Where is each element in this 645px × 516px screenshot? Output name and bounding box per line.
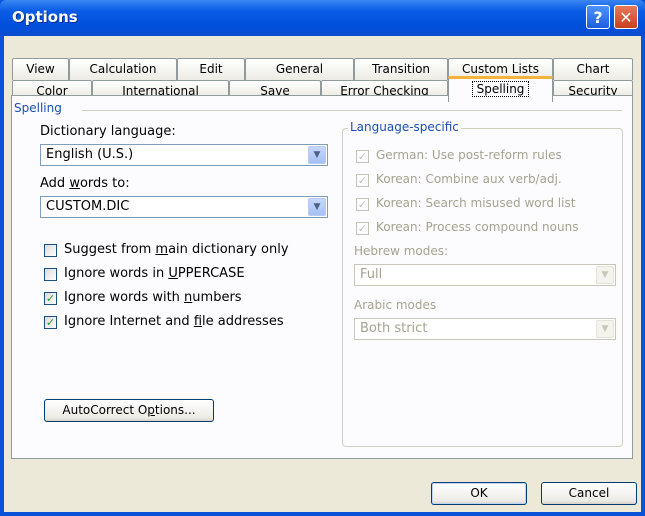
chevron-down-icon[interactable]: ▼ bbox=[596, 266, 614, 284]
tab-view[interactable]: View bbox=[12, 58, 69, 80]
close-icon: ✕ bbox=[619, 8, 633, 27]
section-divider bbox=[82, 110, 622, 111]
hebrew-modes-select[interactable]: Full ▼ bbox=[354, 264, 616, 286]
ignore-internet-addresses-label: Ignore Internet and file addresses bbox=[64, 314, 284, 329]
check-icon: ✓ bbox=[45, 292, 56, 305]
arabic-modes-label: Arabic modes bbox=[354, 298, 437, 312]
ignore-uppercase-checkbox[interactable] bbox=[44, 268, 57, 281]
ignore-uppercase-label: Ignore words in UPPERCASE bbox=[64, 266, 245, 281]
tab-edit[interactable]: Edit bbox=[177, 58, 245, 80]
add-words-select[interactable]: CUSTOM.DIC ▼ bbox=[40, 196, 328, 218]
tab-color[interactable]: Color bbox=[12, 80, 92, 98]
tab-chart[interactable]: Chart bbox=[553, 58, 633, 80]
chevron-down-icon[interactable]: ▼ bbox=[308, 146, 326, 164]
close-button[interactable]: ✕ bbox=[614, 5, 638, 29]
ignore-numbers-checkbox[interactable]: ✓ bbox=[44, 292, 57, 305]
spelling-panel: Spelling Dictionary language: English (U… bbox=[11, 95, 633, 459]
suggest-main-dictionary-label: Suggest from main dictionary only bbox=[64, 242, 289, 257]
tab-general[interactable]: General bbox=[245, 58, 354, 80]
tab-save[interactable]: Save bbox=[229, 80, 321, 98]
title-bar[interactable]: Options ? ✕ bbox=[0, 0, 645, 36]
help-button[interactable]: ? bbox=[586, 5, 610, 29]
cancel-button[interactable]: Cancel bbox=[541, 482, 637, 505]
add-words-value: CUSTOM.DIC bbox=[46, 199, 130, 214]
ignore-internet-addresses-checkbox[interactable]: ✓ bbox=[44, 316, 57, 329]
check-icon: ✓ bbox=[357, 150, 368, 163]
dictionary-language-label: Dictionary language: bbox=[40, 124, 176, 139]
korean-compound-checkbox[interactable]: ✓ bbox=[356, 222, 369, 235]
tab-calculation[interactable]: Calculation bbox=[69, 58, 177, 80]
check-icon: ✓ bbox=[357, 198, 368, 211]
chevron-down-icon[interactable]: ▼ bbox=[596, 320, 614, 338]
dictionary-language-select[interactable]: English (U.S.) ▼ bbox=[40, 144, 328, 166]
tab-transition[interactable]: Transition bbox=[354, 58, 448, 80]
ignore-numbers-label: Ignore words with numbers bbox=[64, 290, 242, 305]
help-icon: ? bbox=[593, 8, 603, 27]
options-window: Options ? ✕ View Calculation Edit Genera… bbox=[0, 0, 645, 516]
korean-combine-label: Korean: Combine aux verb/adj. bbox=[376, 172, 562, 186]
tab-security[interactable]: Security bbox=[553, 80, 633, 98]
window-title: Options bbox=[12, 8, 78, 26]
tab-spelling-label: Spelling bbox=[471, 81, 530, 97]
korean-compound-label: Korean: Process compound nouns bbox=[376, 220, 579, 234]
hebrew-modes-label: Hebrew modes: bbox=[354, 244, 449, 258]
tab-spelling[interactable]: Spelling bbox=[448, 76, 553, 102]
korean-combine-checkbox[interactable]: ✓ bbox=[356, 174, 369, 187]
autocorrect-options-button[interactable]: AutoCorrect Options... bbox=[44, 399, 214, 422]
check-icon: ✓ bbox=[45, 316, 56, 329]
arabic-modes-value: Both strict bbox=[360, 321, 428, 336]
language-specific-title: Language-specific bbox=[348, 120, 461, 134]
dialog-client: View Calculation Edit General Transition… bbox=[4, 36, 641, 512]
check-icon: ✓ bbox=[357, 222, 368, 235]
check-icon: ✓ bbox=[357, 174, 368, 187]
korean-search-label: Korean: Search misused word list bbox=[376, 196, 576, 210]
korean-search-checkbox[interactable]: ✓ bbox=[356, 198, 369, 211]
chevron-down-icon[interactable]: ▼ bbox=[308, 198, 326, 216]
arabic-modes-select[interactable]: Both strict ▼ bbox=[354, 318, 616, 340]
german-post-reform-label: German: Use post-reform rules bbox=[376, 148, 562, 162]
spelling-section-title: Spelling bbox=[12, 101, 64, 115]
tab-error-checking[interactable]: Error Checking bbox=[321, 80, 448, 98]
add-words-label: Add words to: bbox=[40, 176, 130, 191]
ok-button[interactable]: OK bbox=[431, 482, 527, 505]
tab-international[interactable]: International bbox=[92, 80, 229, 98]
hebrew-modes-value: Full bbox=[360, 267, 383, 282]
german-post-reform-checkbox[interactable]: ✓ bbox=[356, 150, 369, 163]
dictionary-language-value: English (U.S.) bbox=[46, 147, 134, 162]
suggest-main-dictionary-checkbox[interactable] bbox=[44, 244, 57, 257]
